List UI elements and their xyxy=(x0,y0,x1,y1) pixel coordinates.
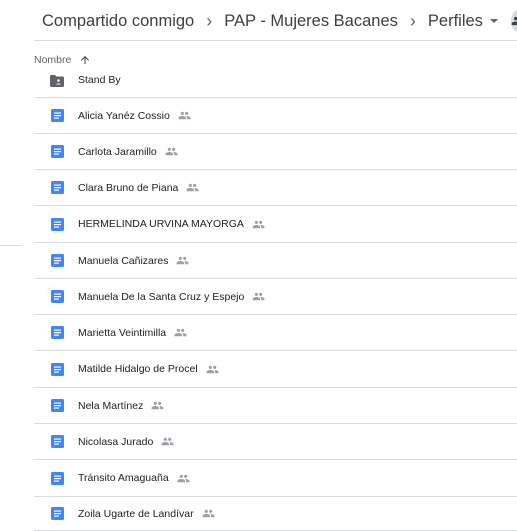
shared-people-icon xyxy=(252,218,265,231)
shared-people-icon xyxy=(206,363,219,376)
file-name: Manuela De la Santa Cruz y Espejo xyxy=(78,290,245,303)
google-doc-icon xyxy=(50,399,64,413)
shared-people-icon xyxy=(202,507,215,520)
file-row[interactable]: Nicolasa Jurado xyxy=(34,424,517,460)
shared-people-icon xyxy=(177,472,190,485)
shared-people-icon xyxy=(174,326,187,339)
file-row[interactable]: Matilde Hidalgo de Procel xyxy=(34,351,517,388)
file-name: Alicia Yanéz Cossio xyxy=(78,109,170,122)
file-name: Nela Martínez xyxy=(78,399,144,412)
file-name: Marietta Veintimilla xyxy=(78,326,167,339)
file-name: Zoila Ugarte de Landívar xyxy=(78,507,194,520)
breadcrumb-shared-with-me[interactable]: Compartido conmigo xyxy=(42,12,194,31)
google-doc-icon xyxy=(50,326,64,340)
shared-folder-icon[interactable] xyxy=(510,10,517,32)
file-row[interactable]: HERMELINDA URVINA MAYORGA xyxy=(34,206,517,243)
shared-people-icon xyxy=(161,435,174,448)
breadcrumb-folder[interactable]: PAP - Mujeres Bacanes xyxy=(224,12,398,31)
file-row[interactable]: Manuela De la Santa Cruz y Espejo xyxy=(34,279,517,315)
google-doc-icon xyxy=(50,181,64,195)
file-name: Matilde Hidalgo de Procel xyxy=(78,363,198,375)
shared-people-icon xyxy=(178,109,191,122)
file-row[interactable]: Zoila Ugarte de Landívar xyxy=(34,497,517,531)
google-doc-icon xyxy=(50,507,64,521)
file-row[interactable]: Manuela Cañizares xyxy=(34,243,517,279)
google-doc-icon xyxy=(50,471,64,485)
file-row[interactable]: Marietta Veintimilla xyxy=(34,315,517,351)
shared-folder-icon xyxy=(50,74,64,88)
chevron-right-icon: › xyxy=(409,10,416,31)
shared-people-icon xyxy=(165,145,178,158)
google-doc-icon xyxy=(50,254,64,268)
file-row[interactable]: Stand By xyxy=(34,72,517,98)
name-column-label: Nombre xyxy=(34,54,72,66)
file-row[interactable]: Nela Martínez xyxy=(34,388,517,424)
breadcrumb-current-folder[interactable]: Perfiles xyxy=(428,12,483,31)
shared-people-icon xyxy=(151,399,164,412)
google-doc-icon xyxy=(50,145,64,159)
drive-file-browser: Compartido conmigo › PAP - Mujeres Bacan… xyxy=(0,0,517,531)
shared-people-icon xyxy=(186,181,199,194)
arrow-up-icon[interactable] xyxy=(79,54,91,66)
breadcrumb: Compartido conmigo › PAP - Mujeres Bacan… xyxy=(42,0,517,42)
file-name: Clara Bruno de Piana xyxy=(78,181,179,194)
google-doc-icon xyxy=(50,217,64,231)
file-name: Stand By xyxy=(78,74,121,86)
file-name: HERMELINDA URVINA MAYORGA xyxy=(78,218,244,230)
file-name: Carlota Jaramillo xyxy=(78,145,157,158)
file-row[interactable]: Carlota Jaramillo xyxy=(34,134,517,170)
google-doc-icon xyxy=(50,362,64,376)
name-column-header[interactable]: Nombre xyxy=(34,48,91,72)
file-name: Nicolasa Jurado xyxy=(78,435,154,448)
file-row[interactable]: Tránsito Amaguaña xyxy=(34,460,517,497)
google-doc-icon xyxy=(50,290,64,304)
caret-down-icon[interactable] xyxy=(489,16,499,26)
google-doc-icon xyxy=(50,435,64,449)
file-row[interactable]: Alicia Yanéz Cossio xyxy=(34,98,517,134)
shared-people-icon xyxy=(252,290,265,303)
sidebar-divider xyxy=(0,245,22,246)
file-row[interactable]: Clara Bruno de Piana xyxy=(34,170,517,206)
google-doc-icon xyxy=(50,109,64,123)
chevron-right-icon: › xyxy=(206,10,213,31)
header-divider xyxy=(34,40,517,41)
shared-people-icon xyxy=(176,254,189,267)
file-name: Manuela Cañizares xyxy=(78,254,169,267)
file-name: Tránsito Amaguaña xyxy=(78,472,169,484)
